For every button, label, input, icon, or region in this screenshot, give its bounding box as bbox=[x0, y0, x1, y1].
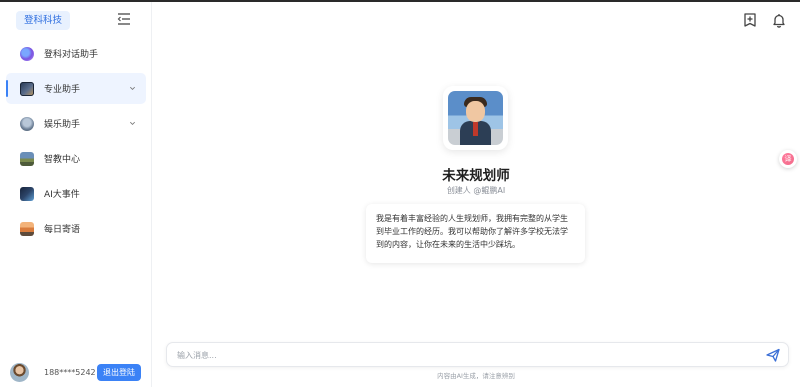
ai-events-icon bbox=[20, 186, 34, 201]
notification-bell-icon[interactable] bbox=[771, 12, 787, 28]
sidebar-item-label: 每日寄语 bbox=[44, 225, 81, 235]
message-input-box bbox=[166, 342, 789, 367]
sidebar-nav: 登科对话助手 专业助手 娱乐助手 智教中心 AI大事件 每日寄语 bbox=[6, 38, 146, 248]
agent-name: 未来规划师 bbox=[442, 168, 510, 184]
main-panel: 译 未来规划师 创建人 @鲲鹏AI 我是有着丰富经验的人生规划师，我拥有完整的从… bbox=[152, 2, 800, 387]
logout-button[interactable]: 退出登陆 bbox=[97, 364, 141, 381]
daily-quote-icon bbox=[20, 221, 34, 236]
sidebar-item-chat-assistant[interactable]: 登科对话助手 bbox=[6, 38, 146, 69]
agent-description: 我是有着丰富经验的人生规划师，我拥有完整的从学生到毕业工作的经历。我可以帮助你了… bbox=[366, 204, 585, 263]
sidebar: 登科科技 登科对话助手 专业助手 娱乐助手 智教中心 AI大事件 每日寄语 18… bbox=[0, 2, 152, 387]
pro-assistant-icon bbox=[20, 81, 34, 96]
education-icon bbox=[20, 151, 34, 166]
agent-avatar-image bbox=[448, 91, 503, 145]
send-icon[interactable] bbox=[765, 347, 781, 363]
user-phone: 188****5242 bbox=[44, 368, 96, 377]
sidebar-item-education-center[interactable]: 智教中心 bbox=[6, 143, 146, 174]
chat-bot-icon bbox=[20, 46, 34, 61]
entertainment-icon bbox=[20, 116, 34, 131]
new-chat-icon[interactable] bbox=[742, 12, 758, 28]
sidebar-item-label: AI大事件 bbox=[44, 190, 80, 200]
user-bar: 188****5242 退出登陆 bbox=[10, 363, 142, 383]
sidebar-item-label: 专业助手 bbox=[44, 85, 81, 95]
chevron-down-icon[interactable] bbox=[129, 85, 136, 92]
sidebar-item-pro-assistant[interactable]: 专业助手 bbox=[6, 73, 146, 104]
chevron-down-icon[interactable] bbox=[129, 120, 136, 127]
avatar[interactable] bbox=[10, 363, 29, 382]
sidebar-item-label: 娱乐助手 bbox=[44, 120, 81, 130]
sidebar-item-ai-events[interactable]: AI大事件 bbox=[6, 178, 146, 209]
sidebar-item-label: 登科对话助手 bbox=[44, 50, 99, 60]
sidebar-item-daily-quote[interactable]: 每日寄语 bbox=[6, 213, 146, 244]
agent-creator: 创建人 @鲲鹏AI bbox=[446, 186, 506, 195]
sidebar-item-entertainment[interactable]: 娱乐助手 bbox=[6, 108, 146, 139]
message-input[interactable] bbox=[177, 347, 747, 363]
sidebar-item-label: 智教中心 bbox=[44, 155, 81, 165]
ai-disclaimer: 内容由AI生成，请注意辨别 bbox=[437, 372, 515, 380]
brand-badge[interactable]: 登科科技 bbox=[16, 11, 71, 30]
agent-avatar-card bbox=[443, 86, 508, 150]
collapse-sidebar-icon[interactable] bbox=[116, 11, 132, 27]
